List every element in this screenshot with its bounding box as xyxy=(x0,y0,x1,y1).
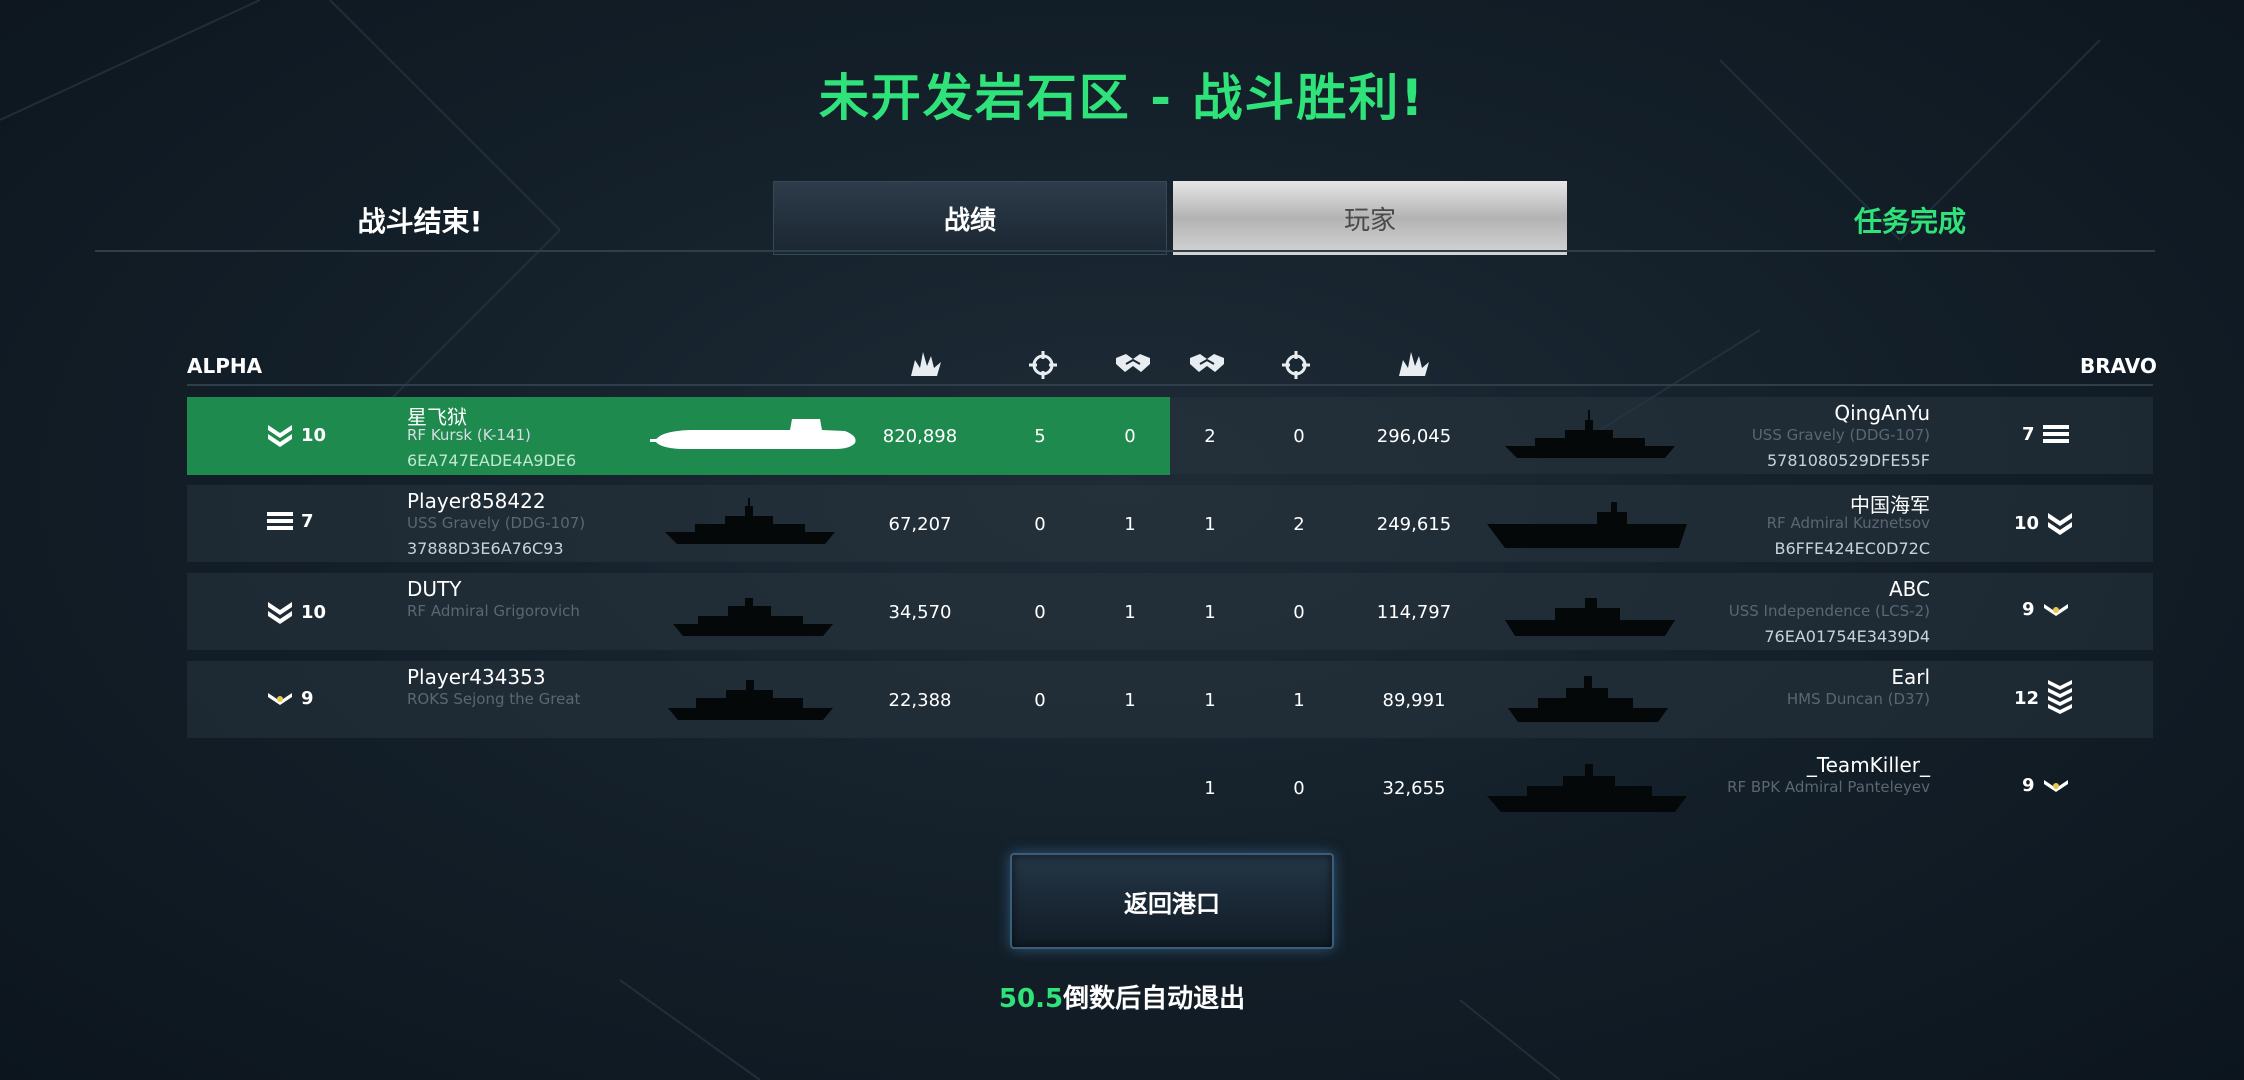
player-id: 37888D3E6A76C93 xyxy=(407,539,564,558)
damage-value: 22,388 xyxy=(888,690,952,711)
damage-icon xyxy=(1397,350,1431,378)
header-divider xyxy=(95,250,2155,252)
player-id: B6FFE424EC0D72C xyxy=(1774,539,1930,558)
column-header-divider xyxy=(187,384,2153,386)
submarine-silhouette xyxy=(650,419,856,449)
chevrons-icon xyxy=(268,602,292,624)
return-to-port-button[interactable]: 返回港口 xyxy=(1010,853,1334,949)
chevrons-icon xyxy=(2048,513,2073,535)
bravo-rank: 9 xyxy=(2022,599,2071,620)
ship-name: RF Admiral Kuznetsov xyxy=(1766,514,1930,532)
kills-value: 0 xyxy=(1293,602,1305,623)
rank-number: 7 xyxy=(301,510,314,532)
rank-number: 10 xyxy=(2014,512,2040,534)
player-name[interactable]: Earl xyxy=(1530,665,1930,689)
damage-value: 114,797 xyxy=(1376,602,1452,623)
auto-exit-countdown: 50.5倒数后自动退出 xyxy=(0,978,2244,1015)
ship-name: USS Gravely (DDG-107) xyxy=(407,514,586,532)
damage-icon xyxy=(909,350,943,378)
chevron-icon xyxy=(2043,779,2068,792)
damage-value: 249,615 xyxy=(1376,514,1452,535)
stripes-icon xyxy=(2048,680,2073,714)
target-icon xyxy=(1281,350,1311,380)
ship-name: USS Independence (LCS-2) xyxy=(1728,602,1930,620)
alpha-rank: 9 xyxy=(265,688,314,709)
handshake-icon xyxy=(1188,350,1226,376)
chevron-icon xyxy=(2043,603,2068,616)
player-name[interactable]: Player858422 xyxy=(407,489,546,513)
chevron-icon xyxy=(268,692,292,705)
player-name[interactable]: QingAnYu xyxy=(1530,401,1930,425)
damage-value: 32,655 xyxy=(1382,778,1446,799)
tab-stats[interactable]: 战绩 xyxy=(773,181,1167,255)
kills-value: 0 xyxy=(1293,778,1305,799)
battle-over-label: 战斗结束! xyxy=(357,205,483,238)
rank-number: 10 xyxy=(301,424,327,446)
mission-complete-label: 任务完成 xyxy=(1853,205,1966,238)
ship-name: HMS Duncan (D37) xyxy=(1786,690,1930,708)
bravo-rank: 7 xyxy=(2022,423,2071,445)
team-bravo-label: BRAVO xyxy=(2080,354,2157,378)
destroyer-silhouette xyxy=(665,498,835,544)
frigate-silhouette xyxy=(673,598,833,636)
target-icon xyxy=(1028,350,1058,380)
player-name[interactable]: Player434353 xyxy=(407,665,546,689)
handshake-icon xyxy=(1114,350,1152,376)
damage-value: 34,570 xyxy=(888,602,952,623)
rank-number: 7 xyxy=(2022,423,2035,445)
ship-name: RF Admiral Grigorovich xyxy=(407,602,580,620)
bravo-rank: 10 xyxy=(2014,509,2075,537)
rank-number: 9 xyxy=(2022,599,2035,620)
alpha-rank: 10 xyxy=(265,421,326,449)
bars-icon xyxy=(2042,425,2069,443)
rank-number: 9 xyxy=(2022,775,2035,796)
player-id: 6EA747EADE4A9DE6 xyxy=(407,451,577,470)
alpha-rank: 7 xyxy=(265,510,314,532)
bravo-rank: 12 xyxy=(2014,678,2075,718)
bravo-rank: 9 xyxy=(2022,775,2071,796)
chevrons-icon xyxy=(268,425,292,447)
destroyer-silhouette xyxy=(668,680,833,720)
player-name[interactable]: ABC xyxy=(1530,577,1930,601)
battle-result-title: 未开发岩石区 - 战斗胜利! xyxy=(818,69,1426,127)
damage-value: 89,991 xyxy=(1382,690,1446,711)
bars-icon xyxy=(267,512,293,530)
team-alpha-label: ALPHA xyxy=(187,354,263,378)
kills-value: 1 xyxy=(1293,690,1305,711)
damage-value: 820,898 xyxy=(882,426,958,447)
player-name[interactable]: _TeamKiller_ xyxy=(1530,753,1930,777)
alpha-rank: 10 xyxy=(265,598,326,626)
ship-name: RF BPK Admiral Panteleyev xyxy=(1727,778,1930,796)
damage-value: 67,207 xyxy=(888,514,952,535)
countdown-seconds: 50.5 xyxy=(998,984,1064,1014)
rank-number: 10 xyxy=(301,601,327,623)
damage-value: 296,045 xyxy=(1376,426,1452,447)
countdown-text: 倒数后自动退出 xyxy=(1063,984,1246,1014)
player-id: 76EA01754E3439D4 xyxy=(1764,627,1930,646)
player-id: 5781080529DFE55F xyxy=(1767,451,1930,470)
player-name[interactable]: DUTY xyxy=(407,577,461,601)
ship-name: RF Kursk (K-141) xyxy=(407,426,531,444)
rank-number: 12 xyxy=(2014,687,2040,709)
kills-value: 0 xyxy=(1293,426,1305,447)
kills-value: 2 xyxy=(1293,514,1305,535)
ship-name: ROKS Sejong the Great xyxy=(407,690,581,708)
ship-name: USS Gravely (DDG-107) xyxy=(1751,426,1930,444)
tab-players[interactable]: 玩家 xyxy=(1173,181,1567,255)
rank-number: 9 xyxy=(301,688,314,709)
